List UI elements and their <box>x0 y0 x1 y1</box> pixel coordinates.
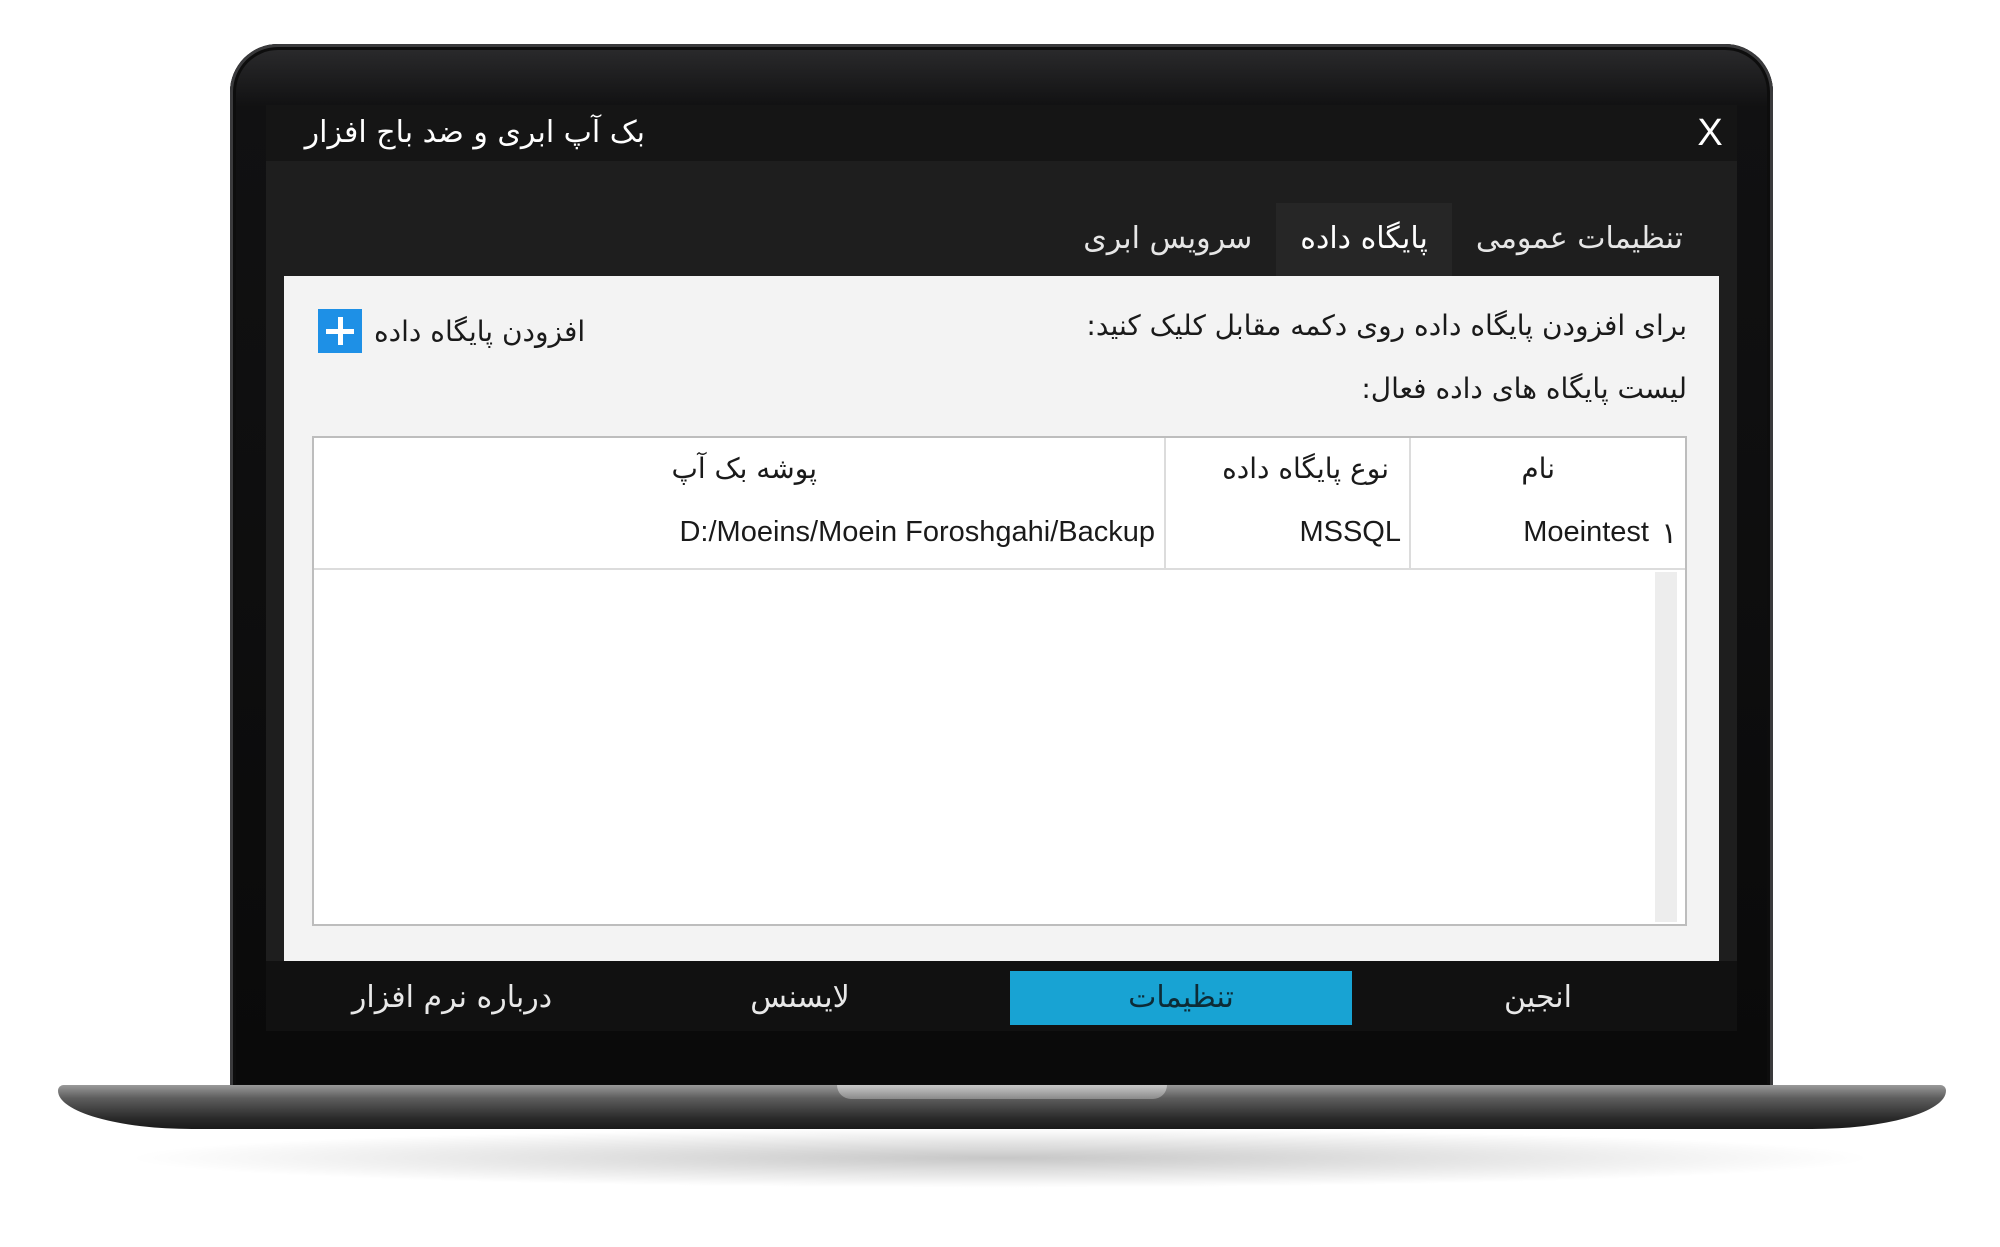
laptop-shadow <box>120 1128 1880 1188</box>
column-header-name[interactable]: نام <box>1521 452 1555 485</box>
column-header-db-type[interactable]: نوع پایگاه داده <box>1222 452 1389 485</box>
add-database-button[interactable]: افزودن پایگاه داده <box>318 309 585 353</box>
tab-bar: تنظیمات عمومی پایگاه داده سرویس ابری <box>1059 203 1707 283</box>
database-table: نام نوع پایگاه داده پوشه بک آپ ۱ Moeinte… <box>312 436 1687 926</box>
active-databases-title: لیست پایگاه های داده فعال: <box>1361 372 1687 405</box>
window-title: بک آپ ابری و ضد باج افزار <box>304 115 645 150</box>
row-name: Moeintest <box>1523 516 1649 548</box>
nav-settings[interactable]: تنظیمات <box>1010 971 1352 1025</box>
laptop-notch <box>837 1085 1167 1099</box>
column-header-backup-folder[interactable]: پوشه بک آپ <box>671 452 817 485</box>
database-panel: برای افزودن پایگاه داده روی دکمه مقابل ک… <box>284 276 1719 961</box>
nav-engine[interactable]: انجین <box>1388 971 1688 1025</box>
nav-license[interactable]: لایسنس <box>650 971 950 1025</box>
plus-icon[interactable] <box>318 309 362 353</box>
app-window: بک آپ ابری و ضد باج افزار X تنظیمات عموم… <box>266 105 1737 1031</box>
row-index: ۱ <box>1661 516 1677 550</box>
vertical-scrollbar[interactable] <box>1655 572 1677 922</box>
bottom-navigation: انجین تنظیمات لایسنس درباره نرم افزار <box>266 961 1737 1031</box>
close-button[interactable]: X <box>1690 111 1730 155</box>
tab-general-settings[interactable]: تنظیمات عمومی <box>1452 203 1707 283</box>
add-database-label[interactable]: افزودن پایگاه داده <box>374 315 585 348</box>
nav-about[interactable]: درباره نرم افزار <box>302 971 602 1025</box>
add-database-hint: برای افزودن پایگاه داده روی دکمه مقابل ک… <box>1086 309 1687 342</box>
row-backup-folder: D:/Moeins/Moein Foroshgahi/Backup <box>679 516 1155 548</box>
tab-database[interactable]: پایگاه داده <box>1276 203 1452 283</box>
laptop-mockup: بک آپ ابری و ضد باج افزار X تنظیمات عموم… <box>0 0 2000 1247</box>
table-header: نام نوع پایگاه داده پوشه بک آپ <box>314 438 1685 500</box>
tab-cloud-service[interactable]: سرویس ابری <box>1059 203 1276 283</box>
row-db-type: MSSQL <box>1299 516 1401 548</box>
title-bar: بک آپ ابری و ضد باج افزار X <box>266 105 1737 161</box>
